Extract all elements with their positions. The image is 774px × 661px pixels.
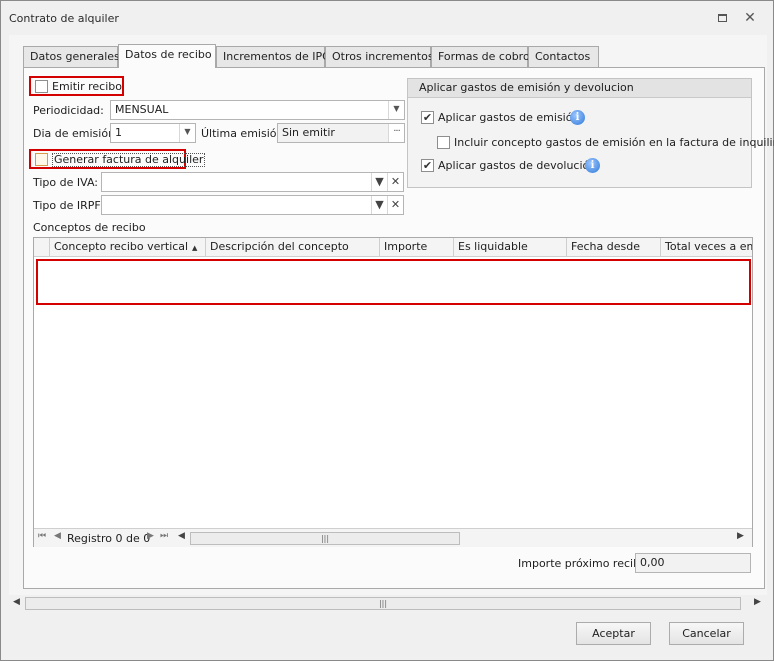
dia-emision-label: Dia de emisión: [33,127,119,140]
form-horizontal-scrollbar[interactable]: ◀ ||| ▶ [9,597,767,611]
importe-proximo-field[interactable]: 0,00 [635,553,751,573]
column-header-total-veces[interactable]: Total veces a emit [661,238,752,257]
column-header-importe[interactable]: Importe [380,238,454,257]
tipo-irpf-label: Tipo de IRPF: [33,199,104,212]
first-record-icon[interactable]: ⏮ [38,531,46,541]
tipo-iva-label: Tipo de IVA: [33,176,98,189]
tab-otros-incrementos[interactable]: Otros incrementos [325,46,434,67]
grid-header: Concepto recibo vertical ▲ Descripción d… [34,238,752,257]
periodicidad-label: Periodicidad: [33,104,104,117]
column-header-fecha-desde[interactable]: Fecha desde [567,238,661,257]
incluir-concepto-checkbox[interactable] [437,136,450,149]
ultima-emision-value: Sin emitir [282,126,335,139]
tab-datos-de-recibo[interactable]: Datos de recibo [118,44,216,68]
aplicar-gastos-devolucion-label: Aplicar gastos de devolución [438,159,597,172]
scroll-left-icon[interactable]: ◀ [13,597,20,607]
info-icon[interactable]: i [585,158,600,173]
restore-window-button[interactable] [713,9,731,27]
window-title: Contrato de alquiler [9,12,119,25]
emitir-recibo-label: Emitir recibo [52,80,122,93]
dia-emision-value: 1 [115,126,122,139]
tab-contactos[interactable]: Contactos [528,46,599,67]
scroll-left-icon[interactable]: ◀ [178,531,185,541]
title-bar: Contrato de alquiler ✕ [1,1,773,35]
importe-proximo-label: Importe próximo recibo [518,557,647,570]
chevron-down-icon[interactable]: ▼ [179,124,195,142]
incluir-concepto-label: Incluir concepto gastos de emisión en la… [454,136,774,149]
column-label: Concepto recibo vertical [54,240,189,253]
cancelar-button[interactable]: Cancelar [669,622,744,645]
periodicidad-select[interactable]: MENSUAL ▼ [110,100,405,120]
grid-horizontal-scrollbar[interactable]: ||| [190,532,460,545]
importe-proximo-value: 0,00 [640,556,665,569]
tab-datos-generales[interactable]: Datos generales [23,46,120,67]
scrollbar-thumb[interactable]: ||| [25,597,741,610]
scroll-right-icon[interactable]: ▶ [754,597,761,607]
conceptos-grid[interactable]: Concepto recibo vertical ▲ Descripción d… [33,237,753,547]
tab-incrementos-ipc[interactable]: Incrementos de IPC [216,46,330,67]
last-record-icon[interactable]: ⏭ [160,531,168,541]
grid-navigator: ⏮ ◀ Registro 0 de 0 ▶ ⏭ ◀ ||| ▶ [34,528,752,547]
column-header-es-liquidable[interactable]: Es liquidable [454,238,567,257]
generar-factura-checkbox[interactable] [35,153,48,166]
aplicar-gastos-emision-checkbox[interactable]: ✔ [421,111,434,124]
highlight-grid-rows [36,259,751,305]
ellipsis-button[interactable]: ··· [388,124,404,142]
column-header-descripcion[interactable]: Descripción del concepto [206,238,380,257]
tipo-iva-select[interactable]: ▼ ✕ [101,172,404,192]
tipo-irpf-select[interactable]: ▼ ✕ [101,195,404,215]
sort-ascending-icon: ▲ [192,244,198,252]
dialog-content: Datos generales Datos de recibo Incremen… [9,35,774,595]
ultima-emision-label: Última emisión: [201,127,288,140]
aplicar-gastos-devolucion-checkbox[interactable]: ✔ [421,159,434,172]
scroll-right-icon[interactable]: ▶ [737,531,744,541]
prev-record-icon[interactable]: ◀ [54,531,61,541]
aplicar-gastos-emision-label: Aplicar gastos de emisión [438,111,580,124]
clear-icon[interactable]: ✕ [387,173,403,191]
grid-indicator-column [34,238,50,257]
record-count: Registro 0 de 0 [67,532,151,545]
ultima-emision-field[interactable]: Sin emitir ··· [277,123,405,143]
clear-icon[interactable]: ✕ [387,196,403,214]
next-record-icon[interactable]: ▶ [147,531,154,541]
gastos-group-title: Aplicar gastos de emisión y devolucion [408,79,751,98]
gastos-group: Aplicar gastos de emisión y devolucion ✔… [407,78,774,188]
chevron-down-icon[interactable]: ▼ [371,173,387,191]
periodicidad-value: MENSUAL [115,103,169,116]
chevron-down-icon[interactable]: ▼ [371,196,387,214]
generar-factura-label: Generar factura de alquiler [52,153,206,167]
chevron-down-icon[interactable]: ▼ [388,101,404,119]
column-header-concepto[interactable]: Concepto recibo vertical ▲ [50,238,206,257]
conceptos-label: Conceptos de recibo [33,221,146,234]
dia-emision-spinner[interactable]: 1 ▼ [110,123,196,143]
dialog-window: Contrato de alquiler ✕ Datos generales D… [0,0,774,661]
restore-icon [717,14,727,22]
tab-formas-de-cobro[interactable]: Formas de cobro [431,46,530,67]
aceptar-button[interactable]: Aceptar [576,622,651,645]
close-window-button[interactable]: ✕ [741,9,759,27]
info-icon[interactable]: i [570,110,585,125]
emitir-recibo-checkbox[interactable] [35,80,48,93]
